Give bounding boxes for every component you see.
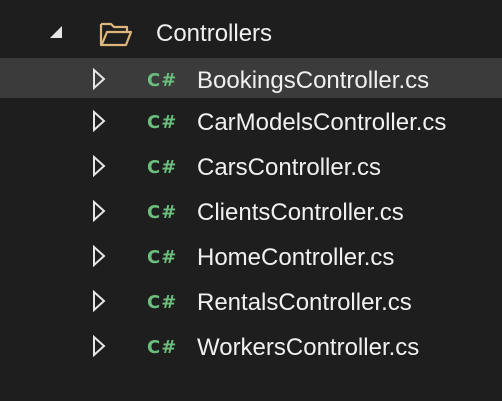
collapsed-triangle-icon[interactable] [92, 200, 106, 222]
collapsed-triangle-icon[interactable] [92, 290, 106, 312]
file-item[interactable]: C# WorkersController.cs [0, 328, 502, 368]
csharp-file-icon: C# [147, 202, 178, 223]
collapsed-triangle-icon[interactable] [92, 155, 106, 177]
file-label: RentalsController.cs [197, 289, 412, 316]
csharp-file-icon: C# [147, 70, 178, 91]
solution-explorer-tree: Controllers C# BookingsController.cs C# … [0, 0, 502, 401]
file-item[interactable]: C# BookingsController.cs [0, 58, 502, 98]
collapsed-triangle-icon[interactable] [92, 335, 106, 357]
csharp-file-icon: C# [147, 337, 178, 358]
file-item[interactable]: C# CarModelsController.cs [0, 103, 502, 143]
csharp-file-icon: C# [147, 247, 178, 268]
file-label: CarModelsController.cs [197, 109, 447, 136]
file-label: HomeController.cs [197, 244, 395, 271]
collapsed-triangle-icon[interactable] [92, 68, 106, 90]
csharp-file-icon: C# [147, 292, 178, 313]
open-folder-icon [99, 22, 133, 47]
collapsed-triangle-icon[interactable] [92, 110, 106, 132]
csharp-file-icon: C# [147, 157, 178, 178]
collapsed-triangle-icon[interactable] [92, 245, 106, 267]
file-item[interactable]: C# CarsController.cs [0, 148, 502, 188]
file-item[interactable]: C# RentalsController.cs [0, 283, 502, 323]
csharp-file-icon: C# [147, 112, 178, 133]
file-label: BookingsController.cs [197, 67, 430, 94]
folder-controllers[interactable]: Controllers [0, 10, 502, 58]
folder-label: Controllers [156, 20, 273, 47]
file-item[interactable]: C# ClientsController.cs [0, 193, 502, 233]
file-label: ClientsController.cs [197, 199, 404, 226]
file-label: WorkersController.cs [197, 334, 420, 361]
file-item[interactable]: C# HomeController.cs [0, 238, 502, 278]
expanded-triangle-icon[interactable] [50, 26, 62, 38]
file-label: CarsController.cs [197, 154, 382, 181]
